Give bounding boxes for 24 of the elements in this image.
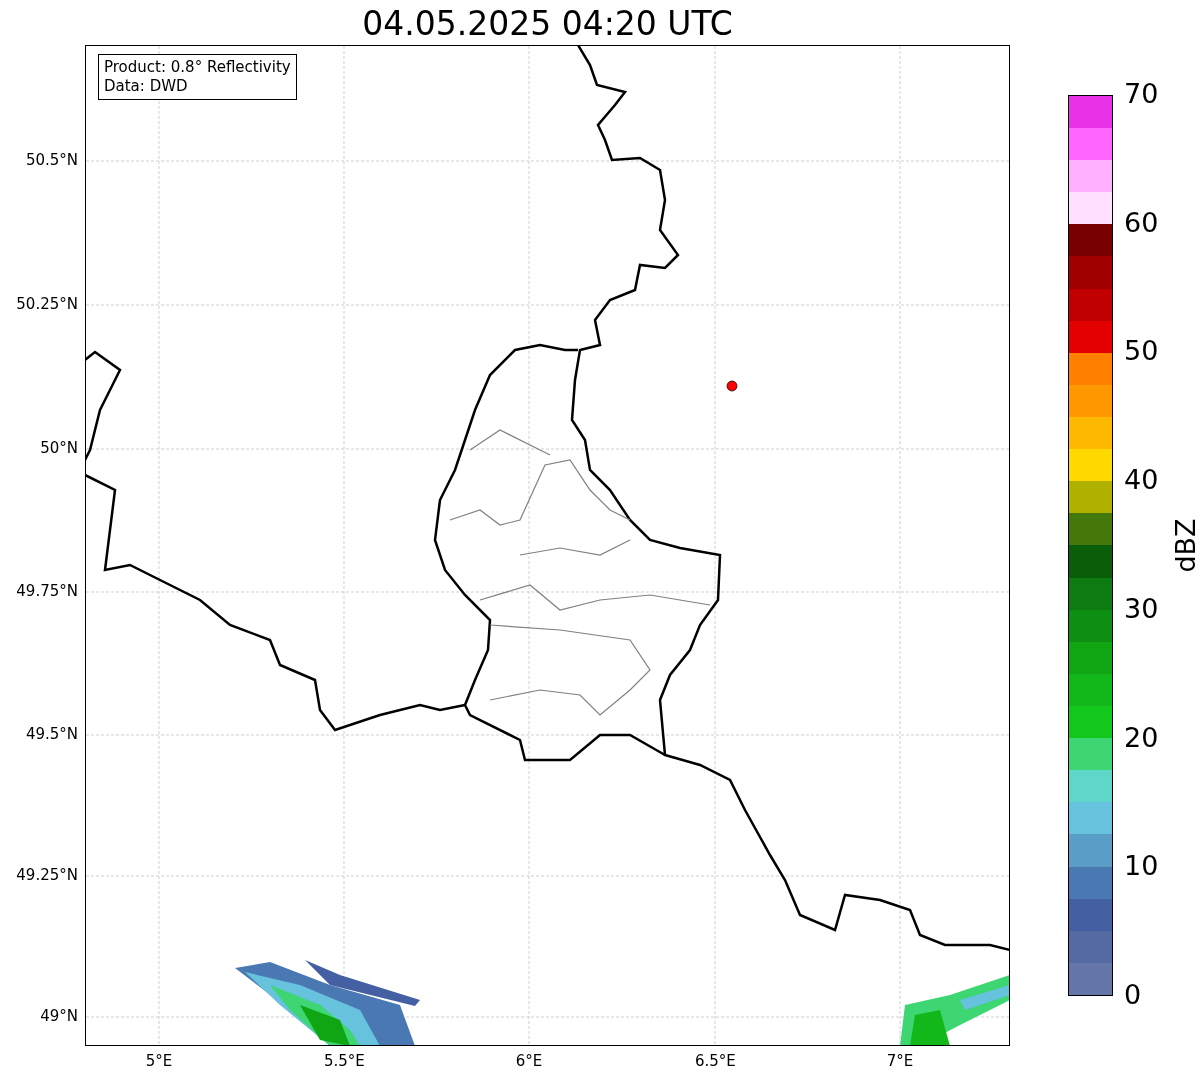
- longitude-label: 7°E: [885, 1052, 915, 1070]
- latitude-label: 50.5°N: [25, 151, 78, 169]
- latitude-label: 49.25°N: [16, 866, 78, 884]
- latitude-label: 49.75°N: [16, 582, 78, 600]
- longitude-label: 5.5°E: [324, 1052, 364, 1070]
- colorbar-tick-label: 0: [1124, 979, 1142, 1010]
- longitude-label: 5°E: [144, 1052, 174, 1070]
- latitude-label: 50.25°N: [16, 295, 78, 313]
- radar-site-marker: [726, 380, 738, 392]
- map-title: 04.05.2025 04:20 UTC: [361, 4, 734, 43]
- info-box: Product: 0.8° Reflectivity Data: DWD: [98, 54, 297, 100]
- longitude-label: 6.5°E: [695, 1052, 735, 1070]
- colorbar-tick-label: 20: [1124, 721, 1159, 753]
- colorbar-tick-label: 70: [1124, 78, 1159, 109]
- latitude-label: 50°N: [40, 439, 78, 457]
- longitude-label: 6°E: [514, 1052, 544, 1070]
- colorbar-tick-label: 10: [1124, 850, 1159, 882]
- latitude-label: 49.5°N: [25, 725, 78, 743]
- colorbar-tick-label: 30: [1124, 592, 1159, 624]
- latitude-label: 49°N: [40, 1007, 78, 1025]
- colorbar-tick-label: 40: [1124, 464, 1159, 496]
- colorbar-tick-label: 60: [1124, 206, 1159, 238]
- colorbar-label: dBZ: [1169, 518, 1201, 573]
- colorbar-tick-label: 50: [1124, 335, 1159, 367]
